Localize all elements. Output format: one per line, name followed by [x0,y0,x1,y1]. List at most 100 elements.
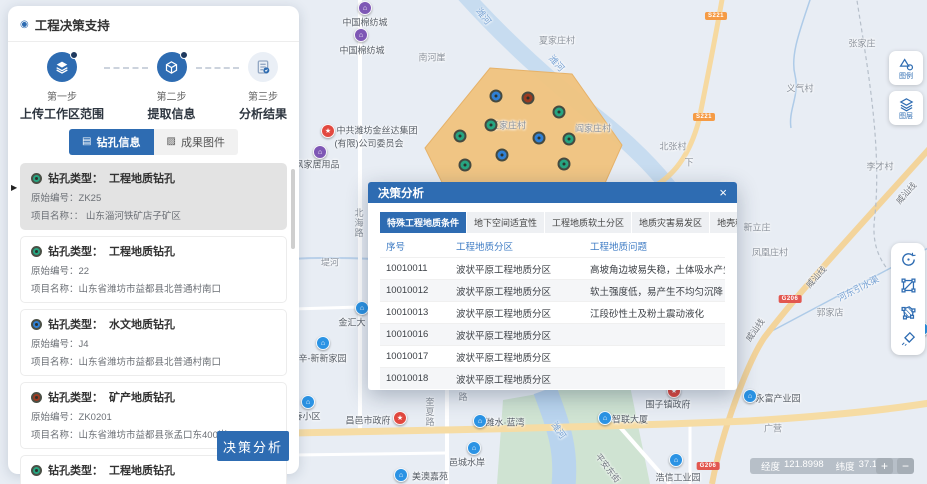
legend-label: 图例 [899,73,913,80]
tab-special-geo-conditions[interactable]: 特殊工程地质条件 [380,212,466,233]
purple-poi-marker[interactable]: ⌂ [354,28,368,42]
list-scrollbar[interactable] [291,169,295,249]
map-label: 义气村 [786,82,813,95]
proj-label: 项目名称： [31,211,74,222]
tab-result-maps[interactable]: ▨ 成果图件 [154,129,238,155]
drill-point-marker[interactable] [533,132,546,145]
layers-button[interactable]: 图层 [889,91,923,125]
step-2-circle [157,52,187,82]
drill-point-marker[interactable] [553,106,566,119]
type-label: 钻孔类型： [48,389,103,405]
red-poi-marker[interactable]: ★ [321,124,335,138]
map-label: 威汕线 [803,264,829,291]
type-label: 钻孔类型： [48,316,103,332]
step-2-name: 提取信息 [148,105,196,122]
decision-support-panel: ◉ 工程决策支持 第一步 上传工作区范围 [8,6,299,474]
step-1-dot [70,51,78,59]
zoom-in-button[interactable]: + [876,458,893,474]
id-value: J4 [79,339,89,350]
report-icon [255,59,271,75]
type-value: 工程地质钻孔 [109,243,175,259]
map-label: 李才村 [866,160,893,173]
blue-poi-marker[interactable]: ⌂ [743,389,757,403]
zoom-out-button[interactable]: − [897,458,914,474]
drill-point-marker[interactable] [496,149,509,162]
table-row[interactable]: 10010016波状平原工程地质分区 [380,324,725,346]
proj-value: 山东省潍坊市益都县张孟口东400米 [79,430,228,441]
map-label: 威汕线 [893,180,919,207]
proj-label: 项目名称： [31,430,79,441]
tab-soft-soil-zoning[interactable]: 工程地质软土分区 [545,212,631,233]
drill-point-marker[interactable] [522,92,535,105]
map-label: 郭家店 [816,306,843,319]
table-row[interactable]: 10010013波状平原工程地质分区江段砂性土及粉土震动液化 [380,302,725,324]
tab-disaster-prone-area[interactable]: 地质灾害易发区 [632,212,709,233]
draw-rectangle-button[interactable] [898,276,918,296]
step-1-circle [47,52,77,82]
table-row[interactable]: 10010011波状平原工程地质分区高坡角边坡易失稳，土体吸水产生膨胀 [380,258,725,280]
map-label: 枫家居用品 [294,158,339,171]
blue-poi-marker[interactable]: ⌂ [301,395,315,409]
drill-point-marker[interactable] [454,130,467,143]
step-1: 第一步 上传工作区范围 [20,52,104,122]
id-label: 原始编号： [31,266,79,277]
tab-crust-stability[interactable]: 地壳稳定性 [710,212,737,233]
rotate-reset-icon [900,251,917,268]
drill-point-marker[interactable] [490,90,503,103]
blue-poi-marker[interactable]: ⌂ [394,468,408,482]
tab-drill-info[interactable]: ▤ 钻孔信息 [69,129,153,155]
reset-rotate-button[interactable] [898,249,918,269]
draw-polygon-button[interactable] [898,302,918,322]
drill-point-marker[interactable] [563,133,576,146]
map-label: 奎夏路 [424,397,437,427]
tab-drill-info-label: 钻孔信息 [97,134,141,150]
step-3-name: 分析结果 [239,105,287,122]
id-value: ZK0201 [79,412,112,423]
legend-button[interactable]: 图例 [889,51,923,85]
blue-poi-marker[interactable]: ⌂ [669,453,683,467]
step-connector [196,67,239,69]
red-poi-marker[interactable]: ★ [393,411,407,425]
step-1-num: 第一步 [47,88,77,103]
proj-value: 山东省潍坊市益都县北普通村南口 [79,357,222,368]
modal-header[interactable]: 决策分析 × [368,182,737,203]
purple-poi-marker[interactable]: ⌂ [313,145,327,159]
blue-poi-marker[interactable]: ⌂ [316,336,330,350]
id-label: 原始编号： [31,339,79,350]
step-3: 第三步 分析结果 [239,52,287,122]
drill-core-dot [538,137,541,140]
layers-icon [899,97,914,112]
blue-poi-marker[interactable]: ⌂ [598,411,612,425]
table-row[interactable]: 10010017波状平原工程地质分区 [380,346,725,368]
drill-card-zk25[interactable]: 钻孔类型：工程地质钻孔 原始编号：ZK25 项目名称：： 山东淄河铁矿店子矿区 [20,163,287,230]
tab-underground-suitability[interactable]: 地下空间适宜性 [467,212,544,233]
longitude-value: 121.8998 [784,459,824,473]
drill-core-dot [464,164,467,167]
map-label: 张家庄 [848,37,875,50]
longitude-readout: 经度 121.8998 [761,459,824,473]
brush-icon [900,330,917,347]
drill-card-22[interactable]: 钻孔类型：工程地质钻孔 原始编号：22 项目名称：山东省潍坊市益都县北普通村南口 [20,236,287,303]
decision-analysis-button[interactable]: 决策分析 [217,431,289,461]
table-row[interactable]: 10010012波状平原工程地质分区软土强度低，易产生不均匀沉降 [380,280,725,302]
drill-point-marker[interactable] [459,159,472,172]
stepper: 第一步 上传工作区范围 第二步 提取信息 [8,42,299,126]
blue-poi-marker[interactable]: ⌂ [467,441,481,455]
selected-card-arrow: ▶ [11,183,17,192]
drill-core-dot [490,124,493,127]
clear-brush-button[interactable] [898,329,918,349]
proj-label: 项目名称： [31,284,79,295]
drill-point-marker[interactable] [558,158,571,171]
blue-poi-marker[interactable]: ⌂ [355,301,369,315]
blue-poi-marker[interactable]: ⌂ [473,414,487,428]
close-icon[interactable]: × [719,186,727,199]
drill-core-dot [495,95,498,98]
map-label: 北海路 [353,208,366,238]
table-row[interactable]: 10010018波状平原工程地质分区 [380,368,725,390]
decision-analysis-modal: 决策分析 × 特殊工程地质条件 地下空间适宜性 工程地质软土分区 地质灾害易发区… [368,182,737,390]
purple-poi-marker[interactable]: ⌂ [358,1,372,15]
drill-card-j4[interactable]: 钻孔类型：水文地质钻孔 原始编号：J4 项目名称：山东省潍坊市益都县北普通村南口 [20,309,287,376]
id-value: 22 [79,266,90,277]
drill-point-marker[interactable] [485,119,498,132]
drill-type-icon [31,246,42,257]
